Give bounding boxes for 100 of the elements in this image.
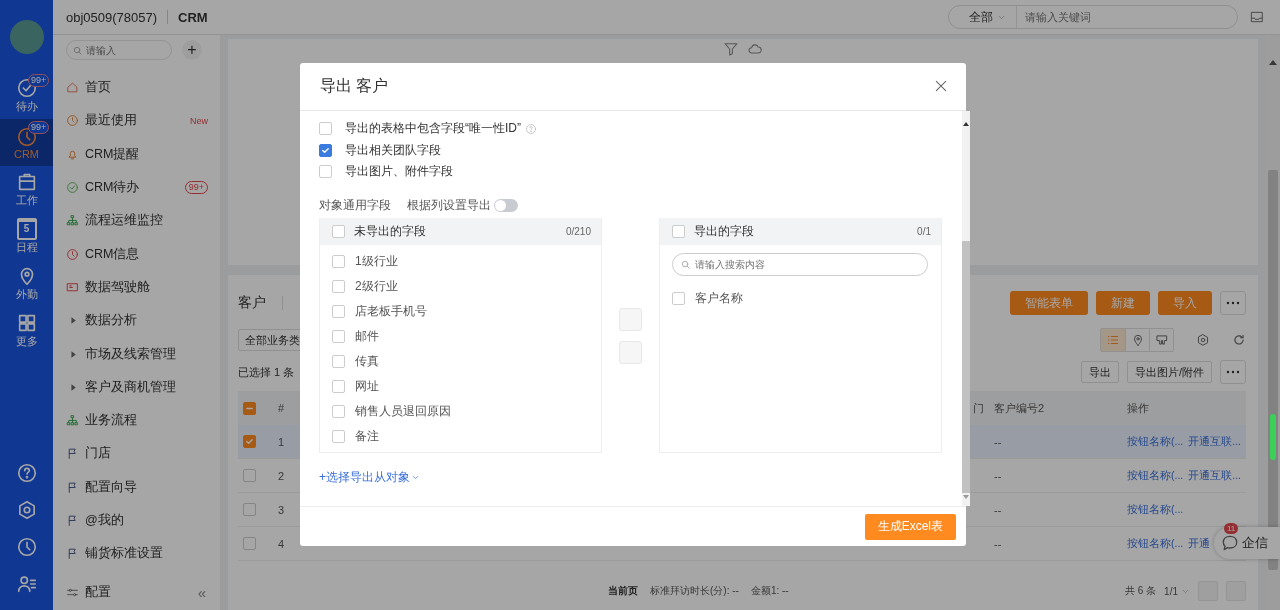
more-button[interactable]	[1220, 360, 1246, 384]
new-tag: New	[190, 115, 208, 126]
sidebar-item[interactable]: 业务流程	[53, 403, 220, 438]
checkbox[interactable]	[332, 429, 345, 443]
checkbox[interactable]	[672, 291, 685, 305]
action-link[interactable]: 开通互联...	[1188, 468, 1241, 483]
checkbox[interactable]	[243, 469, 256, 482]
clock-icon	[66, 247, 79, 261]
checkbox[interactable]	[243, 401, 256, 415]
checkbox[interactable]	[243, 537, 256, 550]
toggle-switch[interactable]	[494, 199, 518, 212]
column-header: 客户编号2	[989, 391, 1122, 425]
sidebar-item[interactable]: 数据驾驶舱	[53, 270, 220, 305]
action-button[interactable]: 导出图片/附件	[1126, 361, 1212, 383]
page-dropdown[interactable]: 1/1	[1164, 585, 1190, 597]
sidebar-item[interactable]: 配置向导	[53, 470, 220, 504]
monitor-icon	[66, 280, 79, 294]
checkbox[interactable]	[332, 304, 345, 318]
sidebar-item[interactable]: 最近使用 New	[53, 104, 220, 138]
checkbox[interactable]	[332, 379, 345, 393]
search-field[interactable]: 请输入搜索内容	[672, 252, 928, 276]
field-label: 1级行业	[355, 252, 398, 270]
sidebar-item[interactable]: CRM提醒	[53, 137, 220, 171]
scope-dropdown[interactable]: 全部	[949, 6, 1017, 28]
sidebar-item[interactable]: 数据分析	[53, 304, 220, 338]
summary-text: 标准拜访时长(分): --	[650, 584, 739, 598]
checkbox[interactable]	[672, 224, 685, 238]
field-label: 客户名称	[695, 289, 743, 307]
checkbox[interactable]	[332, 354, 345, 368]
field-label: 店老板手机号	[355, 302, 427, 320]
contacts-icon[interactable]	[15, 573, 38, 595]
add-button[interactable]: +	[182, 40, 202, 60]
scrollbar[interactable]	[962, 111, 970, 506]
sidebar-item[interactable]: CRM待办 99+	[53, 170, 220, 205]
view-toggle[interactable]	[1149, 329, 1173, 351]
field-label: 传真	[355, 352, 379, 370]
count-text: 0/1	[917, 225, 931, 237]
sidebar-item[interactable]: 流程运维监控	[53, 204, 220, 238]
app-name: CRM	[178, 9, 208, 25]
board-view-icon	[1154, 333, 1169, 347]
more-button[interactable]	[1220, 291, 1246, 315]
option-label: 导出的表格中包含字段“唯一性ID”	[345, 120, 521, 138]
sidebar-item[interactable]: CRM信息	[53, 237, 220, 271]
action-link[interactable]: 开通	[1188, 536, 1211, 551]
flag-icon	[66, 480, 79, 494]
rail-item[interactable]: 外勤	[0, 260, 53, 307]
refresh-icon[interactable]	[1232, 333, 1246, 347]
checkbox[interactable]	[319, 143, 332, 157]
settings-icon[interactable]	[1196, 333, 1210, 347]
cloud-icon[interactable]	[747, 41, 763, 57]
toggle-label: 根据列设置导出	[407, 197, 491, 214]
checkbox[interactable]	[332, 329, 345, 343]
action-button[interactable]: 导出	[1080, 361, 1119, 383]
checkbox[interactable]	[319, 165, 332, 179]
sidebar-item[interactable]: 客户及商机管理	[53, 370, 220, 404]
rail-item[interactable]: 待办 99+	[0, 72, 53, 119]
more-icon	[1226, 370, 1240, 374]
rail-item[interactable]: 工作	[0, 166, 53, 213]
dialog-title: 导出 客户	[320, 76, 389, 96]
inbox-icon[interactable]	[1250, 10, 1264, 24]
rail-item[interactable]: CRM 99+	[0, 119, 53, 166]
clock-icon	[66, 114, 79, 128]
checkbox[interactable]	[243, 503, 256, 516]
checkbox[interactable]	[332, 224, 345, 238]
config-link[interactable]: 配置	[85, 583, 192, 601]
option-label: 导出图片、附件字段	[345, 163, 453, 181]
checkbox[interactable]	[332, 254, 345, 268]
sidebar-item[interactable]: 首页	[53, 71, 220, 105]
action-link[interactable]: 按钮名称(...	[1127, 468, 1184, 483]
sidebar-item[interactable]: 门店	[53, 437, 220, 471]
checkbox[interactable]	[332, 279, 345, 293]
filter-icon[interactable]	[723, 41, 739, 57]
sidebar-item[interactable]: @我的	[53, 503, 220, 538]
checkbox[interactable]	[319, 122, 332, 136]
rail-label: 外勤	[15, 287, 38, 302]
sidebar-item[interactable]: 市场及线索管理	[53, 337, 220, 371]
list-view-icon	[1106, 333, 1120, 347]
flag-icon	[66, 447, 79, 461]
total-count: 共 6 条	[1124, 584, 1157, 598]
clock-icon[interactable]	[15, 536, 38, 558]
table-cell: --	[989, 527, 1122, 561]
sidebar-item[interactable]: 铺货标准设置	[53, 537, 220, 571]
tab[interactable]: 客户	[238, 294, 266, 312]
rail-label: 日程	[15, 240, 38, 255]
checkbox[interactable]	[243, 435, 256, 448]
view-toggle[interactable]	[1101, 329, 1125, 351]
field-label: 网址	[355, 377, 379, 395]
search-field[interactable]: 请输入	[66, 40, 172, 60]
action-link[interactable]: 按钮名称(...	[1127, 502, 1184, 517]
table-cell: --	[989, 493, 1122, 527]
avatar[interactable]	[9, 20, 44, 54]
rail-item[interactable]: 更多	[0, 307, 53, 354]
add-object-link[interactable]: +选择导出从对象	[319, 468, 420, 486]
action-link[interactable]: 按钮名称(...	[1127, 536, 1184, 551]
rail-item[interactable]: 5 日程	[0, 213, 53, 260]
summary-text: 金额1: --	[750, 584, 789, 598]
home-icon	[66, 81, 79, 95]
scroll-indicator	[1270, 414, 1276, 460]
checkbox[interactable]	[332, 404, 345, 418]
help-icon[interactable]	[15, 462, 38, 484]
